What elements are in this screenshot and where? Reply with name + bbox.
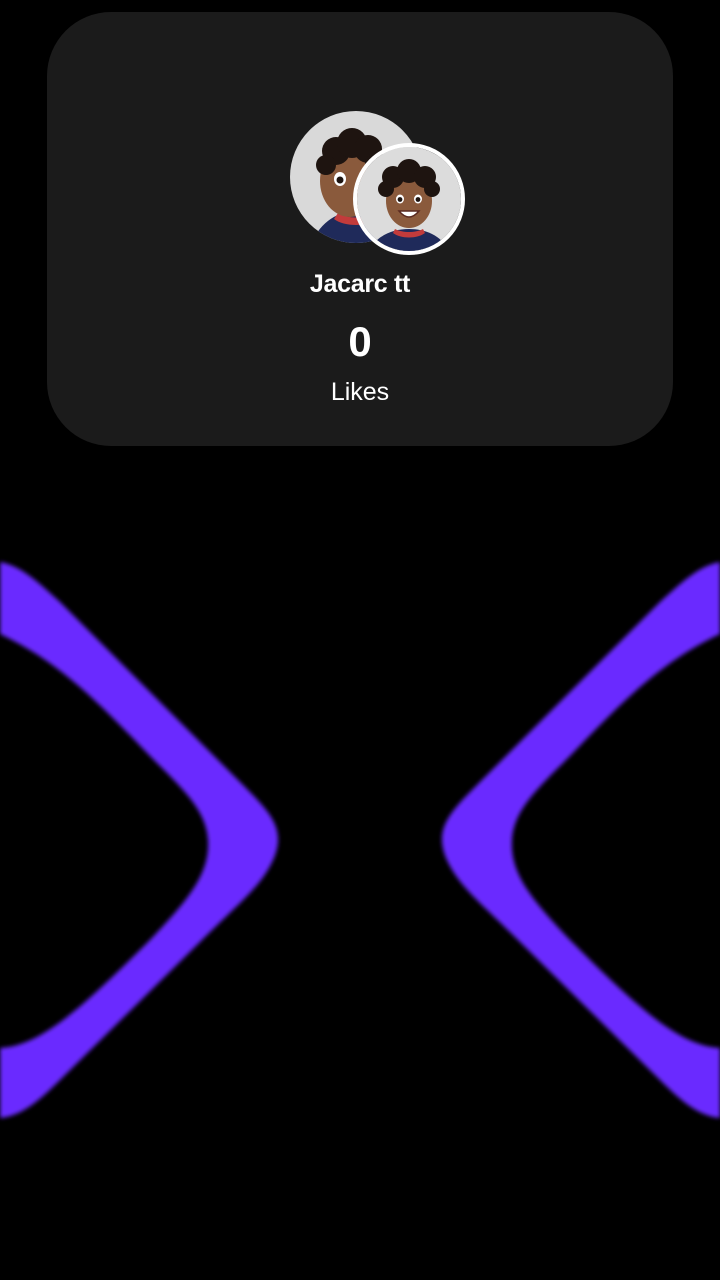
left-bracket-shape: [0, 562, 279, 1118]
profile-card: Jacarc tt 0 Likes: [47, 12, 673, 446]
right-bracket-shape: [441, 562, 720, 1118]
bracket-graphic: [0, 562, 720, 1118]
screen: Jacarc tt 0 Likes: [0, 0, 720, 1280]
likes-count: 0: [348, 318, 372, 365]
profile-name: Jacarc tt: [309, 270, 411, 298]
secondary-avatar: [353, 143, 465, 255]
likes-label: Likes: [330, 378, 390, 406]
